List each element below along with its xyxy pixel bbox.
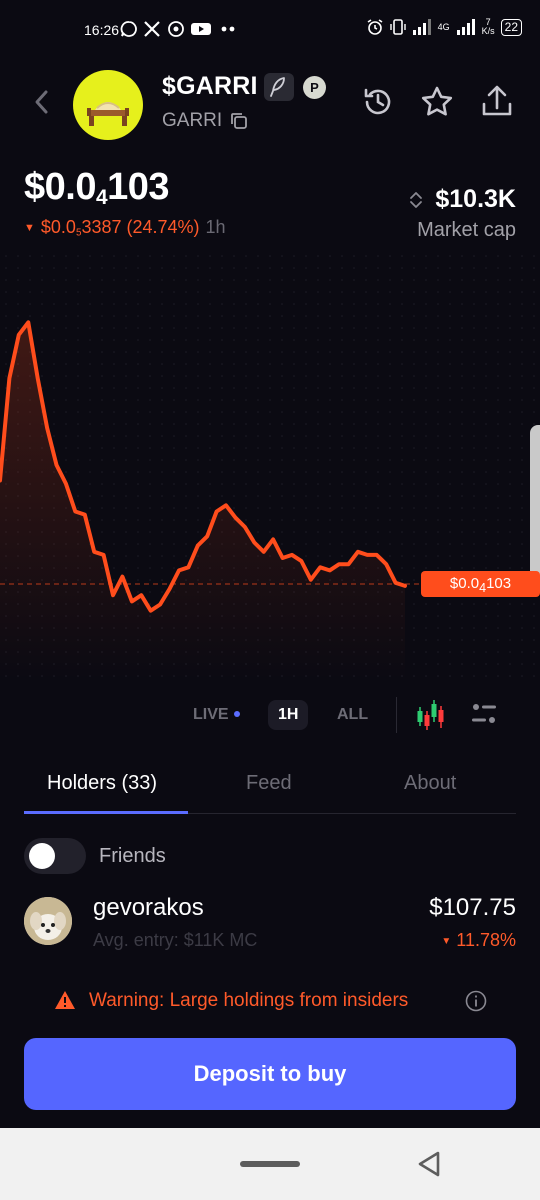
change-prefix: $0.0 <box>40 217 76 237</box>
market-cap-value[interactable]: $10.3K <box>435 185 516 214</box>
signal-icon <box>412 19 431 35</box>
token-name: $GARRI <box>162 72 258 100</box>
holder-avg-entry: Avg. entry: $11K MC <box>93 930 258 950</box>
copy-icon[interactable] <box>229 111 249 131</box>
feather-badge[interactable] <box>264 73 294 101</box>
range-all[interactable]: ALL <box>337 700 368 730</box>
candlestick-icon[interactable] <box>416 698 446 732</box>
change-timeframe: 1h <box>205 217 226 237</box>
sort-toggle-icon[interactable] <box>408 190 424 210</box>
nav-back-icon[interactable] <box>416 1150 442 1178</box>
market-cap-label: Market cap <box>417 219 516 241</box>
home-gesture-pill[interactable] <box>240 1161 300 1167</box>
puppy-avatar-icon <box>24 897 72 945</box>
friends-toggle[interactable] <box>24 838 86 874</box>
tab-about[interactable]: About <box>404 772 456 795</box>
youtube-icon <box>191 23 211 35</box>
more-notifications-icon <box>221 26 235 32</box>
holder-value: $107.75 <box>429 894 516 921</box>
x-app-icon <box>144 21 160 37</box>
status-bar: 16:26 4G 7 K/s 22 <box>0 0 540 62</box>
warning-icon <box>55 991 75 1009</box>
price-chart[interactable] <box>0 250 540 680</box>
range-live[interactable]: LIVE <box>193 700 240 730</box>
insider-warning: Warning: Large holdings from insiders <box>89 990 409 1011</box>
toggle-knob <box>29 843 55 869</box>
range-live-label: LIVE <box>193 706 229 723</box>
share-icon[interactable] <box>479 84 515 120</box>
holder-name[interactable]: gevorakos <box>93 894 204 922</box>
info-icon[interactable] <box>465 990 487 1012</box>
network-type: 4G <box>437 21 450 32</box>
holder-avatar[interactable] <box>24 897 72 945</box>
current-price: $0.04103 <box>24 166 169 210</box>
whatsapp-icon <box>168 21 184 37</box>
signal-2-icon <box>456 19 475 35</box>
back-chevron-icon[interactable] <box>30 88 54 116</box>
battery-indicator: 22 <box>500 18 522 36</box>
price-zero-count: 4 <box>95 186 108 210</box>
down-triangle-icon: ▼ <box>24 222 35 234</box>
garri-bed-icon <box>87 102 129 126</box>
live-dot-icon <box>233 711 240 717</box>
chat-notification-icon <box>120 21 137 37</box>
vibrate-icon <box>389 19 406 35</box>
token-avatar <box>73 70 143 140</box>
price-prefix: $0.0 <box>24 166 96 208</box>
range-1h[interactable]: 1H <box>268 700 309 730</box>
tag-prefix: $0.0 <box>449 575 480 592</box>
range-divider <box>396 697 397 733</box>
alarm-icon <box>367 19 383 35</box>
deposit-to-buy-button[interactable]: Deposit to buy <box>24 1038 516 1110</box>
history-icon[interactable] <box>360 84 396 120</box>
change-digits: 3387 <box>81 217 122 237</box>
tab-holders[interactable]: Holders (33) <box>47 772 157 795</box>
friends-label: Friends <box>99 845 166 867</box>
change-percent: (24.74%) <box>126 217 200 237</box>
holder-percent-value: 11.78% <box>456 930 516 950</box>
net-speed: 7 K/s <box>482 18 495 36</box>
token-ticker: GARRI <box>162 110 223 131</box>
net-speed-unit: K/s <box>481 26 495 36</box>
star-icon[interactable] <box>419 84 455 120</box>
feather-icon <box>270 77 285 97</box>
tab-bar: Holders (33) Feed About <box>24 766 516 814</box>
down-triangle-icon: ▼ <box>441 936 452 947</box>
price-digits: 103 <box>107 166 169 208</box>
tab-feed[interactable]: Feed <box>246 772 292 795</box>
chart-settings-icon[interactable] <box>470 700 498 728</box>
side-drawer-handle[interactable] <box>530 425 540 580</box>
holder-percent: ▼ 11.78% <box>441 930 516 951</box>
current-price-tag: $0.04103 <box>421 571 540 597</box>
tag-digits: 103 <box>486 575 512 592</box>
platform-badge: P <box>303 76 326 99</box>
status-time: 16:26 <box>84 22 120 38</box>
price-change: ▼ $0.053387 (24.74%) 1h <box>24 217 226 238</box>
active-tab-indicator <box>24 811 188 814</box>
